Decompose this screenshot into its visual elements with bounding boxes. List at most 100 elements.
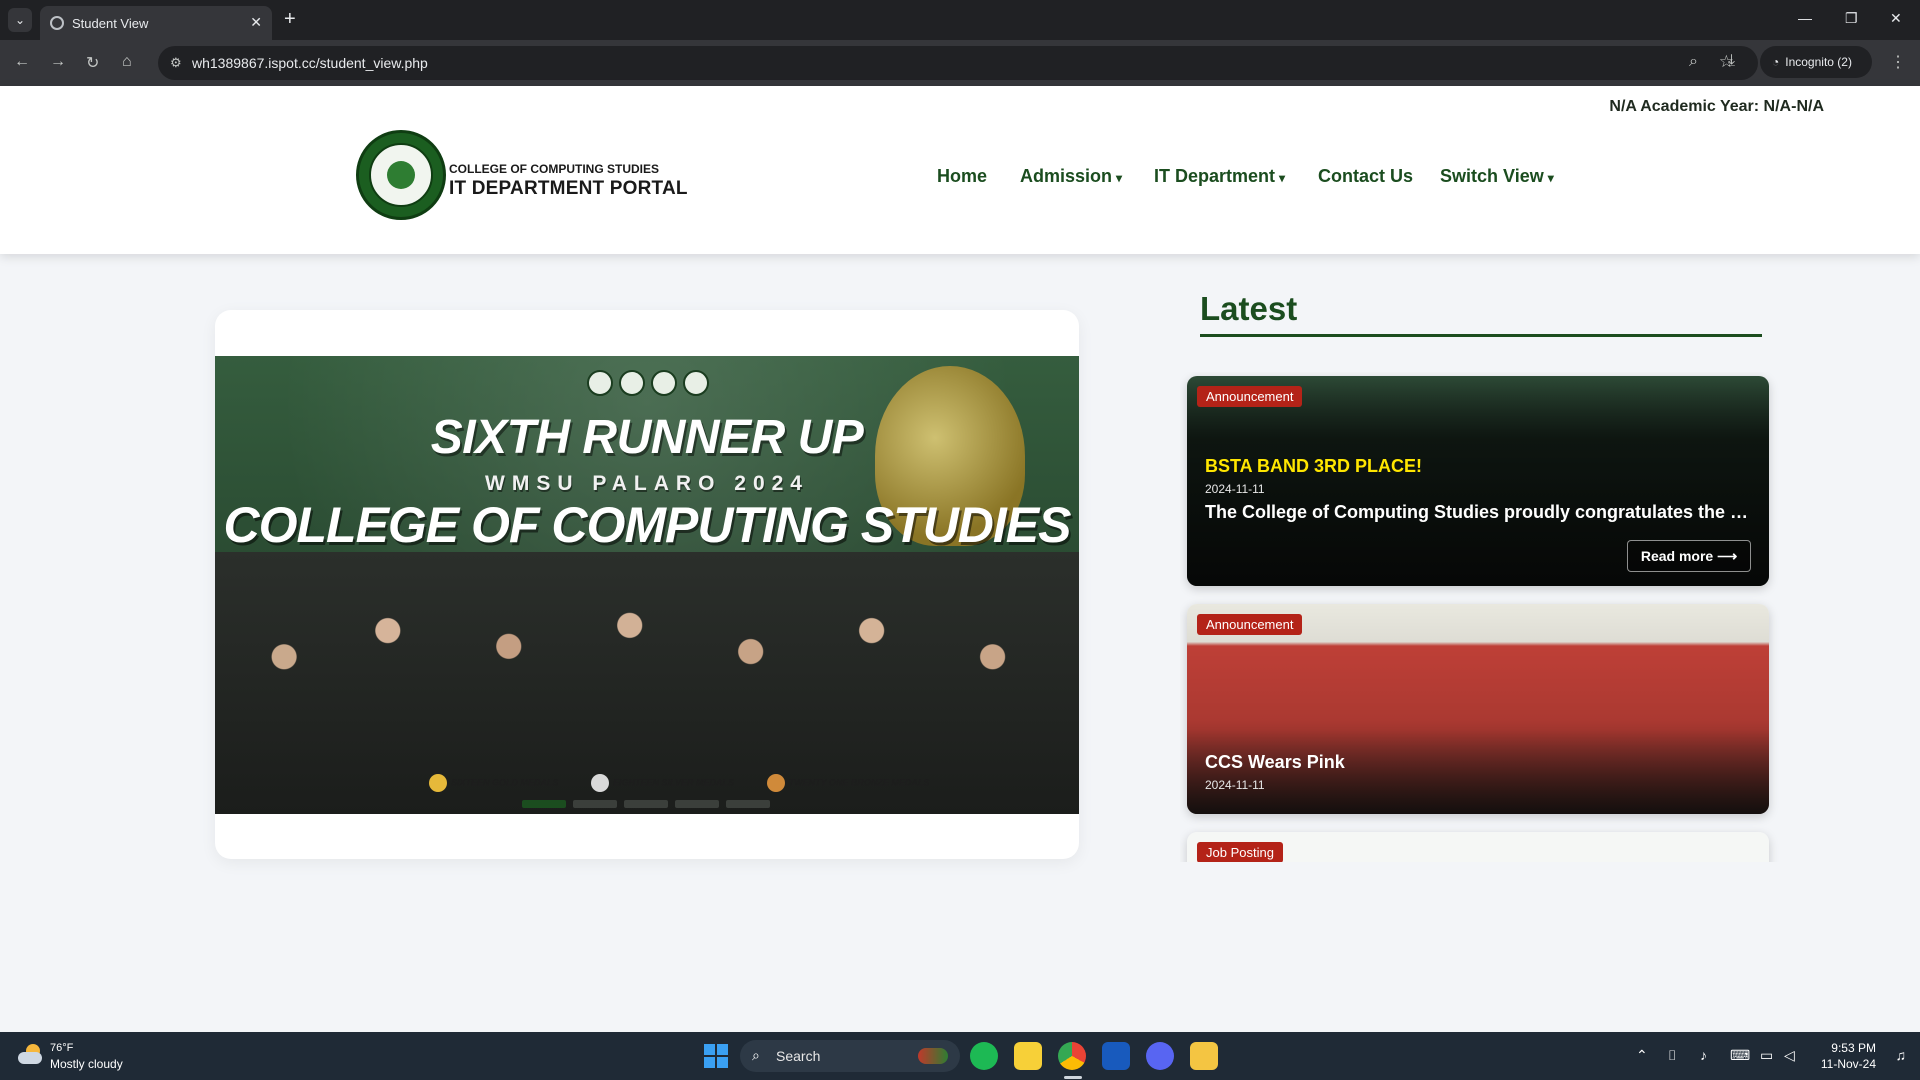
clock-date[interactable]: 11-Nov-24 [1821,1057,1876,1071]
weather-temperature[interactable]: 76°F [50,1042,73,1054]
read-more-button[interactable]: Read more ⟶ [1627,540,1751,572]
academic-year: N/A Academic Year: N/A-N/A [1609,98,1824,115]
reload-icon[interactable]: ↻ [86,53,99,73]
start-tile [717,1057,728,1068]
window-close-icon[interactable]: ✕ [1890,10,1902,27]
browser-menu-icon[interactable]: ⋮ [1890,52,1906,72]
notification-bell-icon[interactable]: ♫ [1896,1047,1907,1063]
news-date: 2024-11-11 [1205,482,1265,496]
start-button[interactable] [704,1044,728,1068]
back-icon[interactable]: ← [14,53,30,71]
slide-headline: SIXTH RUNNER UP [430,411,864,464]
carousel-indicator[interactable] [573,800,617,808]
carousel-slide[interactable]: SIXTH RUNNER UP WMSU PALARO 2024 COLLEGE… [215,356,1079,814]
tab-close-icon[interactable]: ✕ [250,14,262,31]
latest-divider [1200,334,1762,337]
news-card[interactable]: Announcement BSTA BAND 3RD PLACE! 2024-1… [1187,376,1769,586]
tab-title: Student View [72,16,149,31]
carousel-indicator[interactable] [624,800,668,808]
nav-home-label: Home [937,166,988,186]
forward-icon[interactable]: → [50,53,66,71]
carousel-indicator[interactable] [726,800,770,808]
incognito-label: Incognito (2) [1785,55,1852,69]
nav-it-department[interactable]: IT Department ▾ [1154,166,1285,187]
globe-icon [50,16,64,30]
slide-college: COLLEGE OF COMPUTING STUDIES [223,497,1071,553]
chevron-up-icon[interactable]: ⌃ [1636,1047,1648,1064]
incognito-icon: ◔ [1772,55,1780,69]
logo-subtitle: COLLEGE OF COMPUTING STUDIES [449,162,660,176]
seal-icon [651,370,677,396]
start-tile [704,1044,715,1055]
nav-contact-us-label: Contact Us [1318,166,1414,186]
carousel-indicator[interactable] [675,800,719,808]
news-card[interactable]: Job Posting [1187,832,1769,862]
browser-tab-bar: ⌄ Student View ✕ + — ❐ ✕ [0,0,1920,40]
usb-icon[interactable]: ⌷ [1668,1047,1676,1064]
windows-taskbar: 76°F Mostly cloudy ⌕ Search ⌃ ⌷ ♪ ⌨ ▭ ◁ … [0,1032,1920,1080]
nav-it-department-label: IT Department [1154,166,1276,186]
carousel-indicator[interactable] [522,800,566,808]
partner-seals [587,370,717,400]
discord-icon[interactable] [1146,1042,1174,1070]
news-date: 2024-11-11 [1205,778,1265,792]
news-card[interactable]: Announcement CCS Wears Pink 2024-11-11 [1187,604,1769,814]
address-bar[interactable]: ⚙ wh1389867.ispot.cc/student_view.php ⌕ … [158,46,1758,80]
college-seal-logo[interactable] [356,130,446,220]
weather-icon[interactable] [16,1042,42,1068]
weather-description[interactable]: Mostly cloudy [50,1057,123,1071]
nav-switch-view[interactable]: Switch View ▾ [1440,166,1554,187]
gold-medal-icon [429,774,447,792]
nav-contact-us[interactable]: Contact Us [1318,166,1413,187]
minimize-icon[interactable]: — [1798,10,1812,26]
category-badge: Announcement [1197,386,1303,407]
network-icon[interactable]: ▭ [1760,1047,1773,1064]
card-overlay [1187,604,1769,814]
site-header: N/A Academic Year: N/A-N/A COLLEGE OF CO… [0,86,1920,254]
browser-tab[interactable]: Student View ✕ [40,6,272,40]
read-more-label: Read more [1640,548,1714,564]
search-icon: ⌕ [752,1047,760,1063]
site-info-icon[interactable]: ⚙ [170,55,182,71]
news-title[interactable]: BSTA BAND 3RD PLACE! [1205,456,1422,477]
latest-list[interactable]: Announcement BSTA BAND 3RD PLACE! 2024-1… [1180,372,1780,862]
seal-core [387,161,415,189]
arrow-right-icon: ⟶ [1717,548,1738,564]
tab-search-icon[interactable]: ⌄ [8,8,32,32]
category-badge: Job Posting [1197,842,1283,862]
logo-title: IT DEPARTMENT PORTAL [449,178,688,199]
zoom-icon[interactable]: ⌕ [1689,53,1698,71]
file-explorer-icon[interactable] [1190,1042,1218,1070]
seal-icon [619,370,645,396]
clock-time[interactable]: 9:53 PM [1831,1041,1876,1055]
seal-icon [587,370,613,396]
new-tab-button[interactable]: + [284,8,296,30]
nav-admission[interactable]: Admission ▾ [1020,166,1122,187]
restore-icon[interactable]: ❐ [1845,10,1858,27]
silver-medal-icon [591,774,610,792]
start-tile [717,1044,728,1055]
url-text[interactable]: wh1389867.ispot.cc/student_view.php [192,55,428,71]
nav-home[interactable]: Home [937,166,987,187]
browser-toolbar: ← → ↻ ⌂ ⚙ wh1389867.ispot.cc/student_vie… [0,40,1920,86]
keyboard-icon[interactable]: ⌨ [1730,1047,1750,1064]
taskbar-search[interactable]: ⌕ Search [740,1040,960,1072]
active-app-indicator [1064,1076,1082,1079]
volume-icon[interactable]: ◁ [1784,1047,1795,1064]
chrome-icon[interactable] [1058,1042,1086,1070]
incognito-button[interactable]: ◔ Incognito (2) [1760,46,1872,78]
word-icon[interactable] [1102,1042,1130,1070]
news-title[interactable]: CCS Wears Pink [1205,752,1345,773]
nav-admission-label: Admission [1020,166,1113,186]
chevron-down-icon: ▾ [1547,171,1554,185]
chevron-down-icon: ▾ [1116,171,1123,185]
medal-tally: SIXTEEN GOLD MEDALS EIGHTEEN SILVER MEDA… [429,774,959,792]
chevron-down-icon: ▾ [1279,171,1286,185]
medal-gold-label: SIXTEEN GOLD MEDALS [451,777,559,788]
nav-switch-view-label: Switch View [1440,166,1544,186]
download-icon[interactable]: ⤓ [1728,52,1735,70]
sticky-notes-icon[interactable] [1014,1042,1042,1070]
spotify-icon[interactable] [970,1042,998,1070]
microphone-icon[interactable]: ♪ [1700,1047,1707,1063]
home-icon[interactable]: ⌂ [122,53,132,71]
